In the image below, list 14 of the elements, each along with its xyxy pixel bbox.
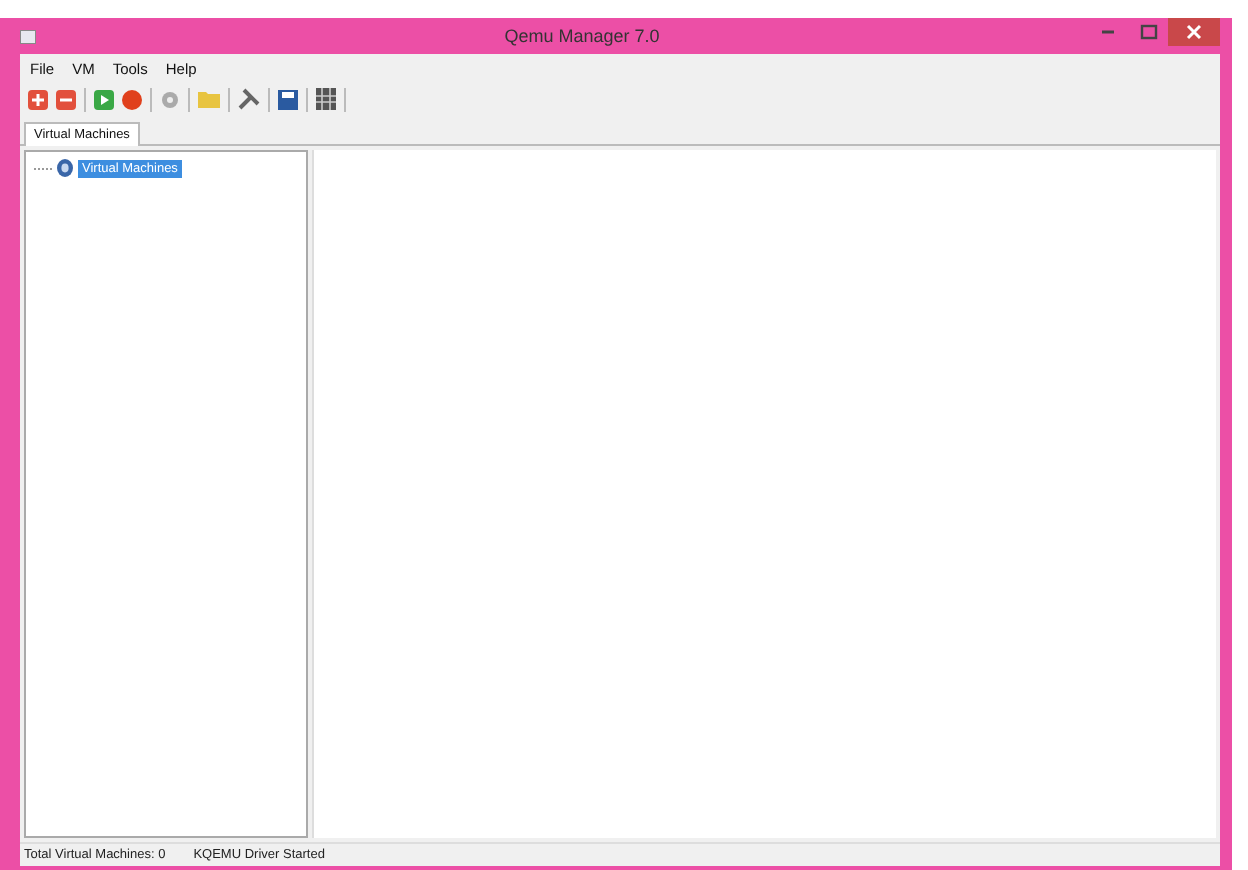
- disk-icon: [56, 158, 74, 178]
- minimize-icon: [1102, 30, 1114, 34]
- maximize-icon: [1139, 24, 1157, 40]
- stop-icon[interactable]: [118, 84, 146, 114]
- play-icon[interactable]: [90, 84, 118, 114]
- save-icon[interactable]: [274, 84, 302, 114]
- tools-icon[interactable]: [234, 84, 264, 114]
- close-button[interactable]: [1168, 18, 1220, 46]
- window-title: Qemu Manager 7.0: [502, 26, 662, 46]
- add-icon[interactable]: [24, 84, 52, 114]
- app-icon: [20, 29, 36, 43]
- remove-icon[interactable]: [52, 84, 80, 114]
- grid-icon[interactable]: [312, 84, 340, 114]
- close-icon: [1186, 24, 1202, 40]
